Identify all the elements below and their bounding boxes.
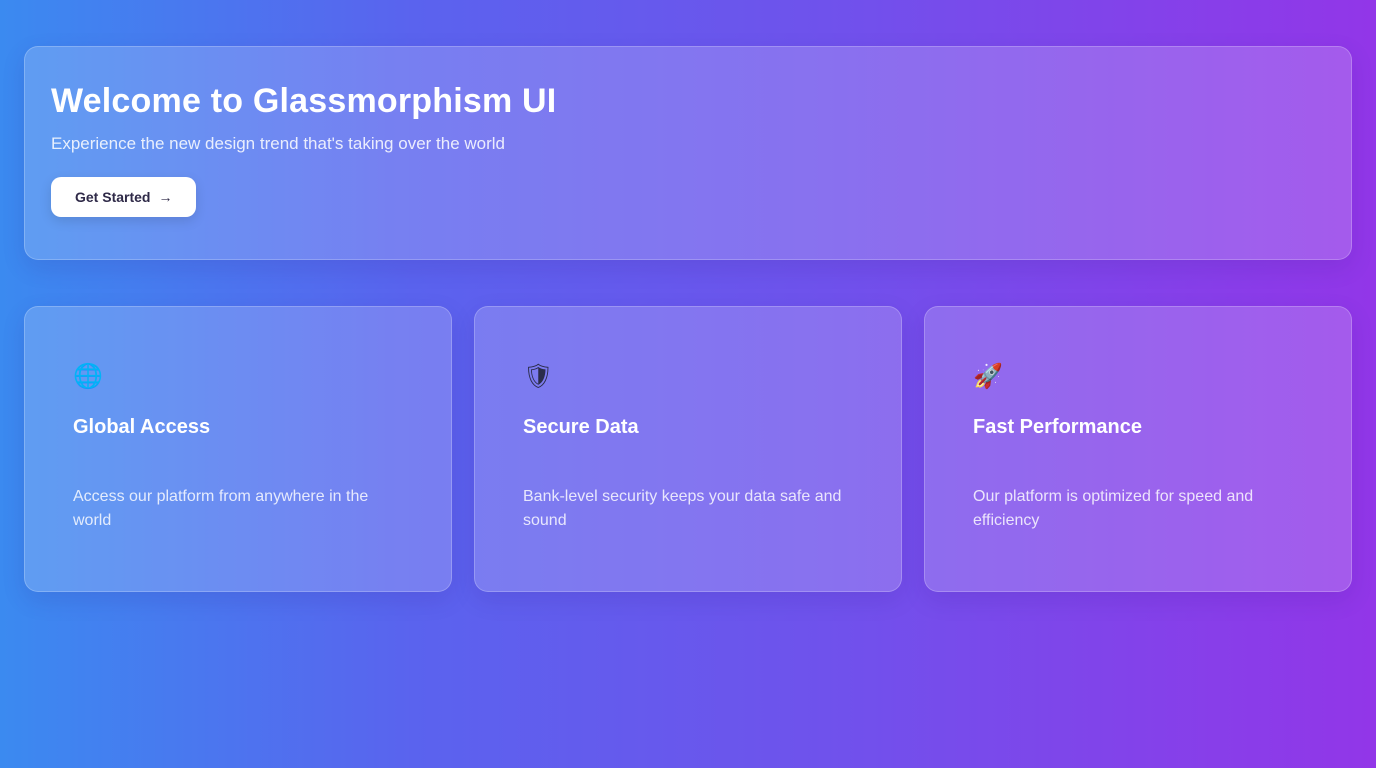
- feature-card-global-access: 🌐 Global Access Access our platform from…: [24, 306, 452, 592]
- shield-icon: 🛡: [523, 363, 554, 390]
- feature-card-title: Global Access: [73, 416, 211, 438]
- feature-card-secure-data: 🛡 Secure Data Bank-level security keeps …: [474, 306, 902, 592]
- feature-card-title: Fast Performance: [973, 416, 1142, 438]
- feature-card-description: Bank-level security keeps your data safe…: [523, 488, 842, 529]
- get-started-label: Get Started: [75, 189, 151, 205]
- globe-icon: 🌐: [73, 363, 103, 390]
- feature-card-title: Secure Data: [523, 416, 639, 438]
- hero-panel: Welcome to Glassmorphism UI Experience t…: [24, 46, 1352, 260]
- arrow-right-icon: →: [158, 189, 173, 205]
- hero-title: Welcome to Glassmorphism UI: [51, 82, 557, 120]
- feature-card-fast-performance: 🚀 Fast Performance Our platform is optim…: [924, 306, 1352, 592]
- feature-card-description: Access our platform from anywhere in the…: [73, 488, 369, 529]
- rocket-icon: 🚀: [973, 363, 1003, 390]
- hero-subtitle: Experience the new design trend that's t…: [51, 134, 506, 153]
- feature-card-description: Our platform is optimized for speed and …: [973, 488, 1254, 529]
- feature-cards: 🌐 Global Access Access our platform from…: [24, 306, 1352, 592]
- get-started-button[interactable]: Get Started →: [51, 177, 197, 217]
